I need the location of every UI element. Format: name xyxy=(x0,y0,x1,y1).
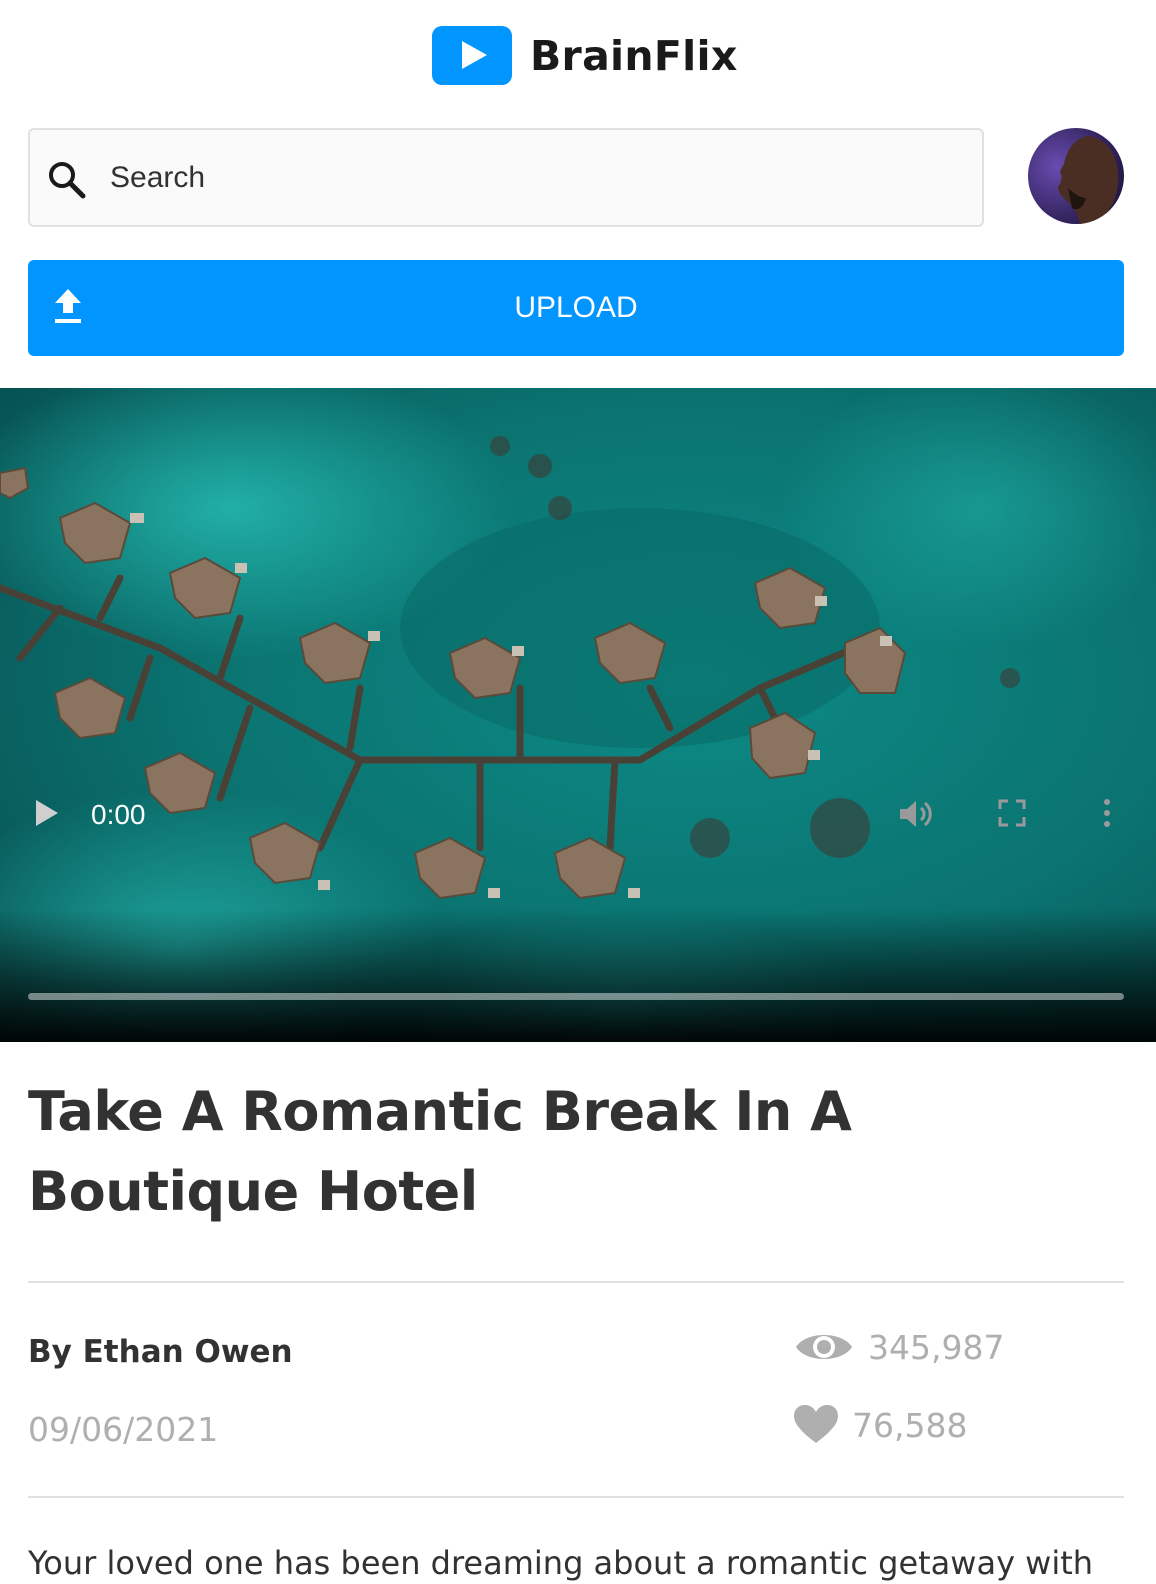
video-description: Your loved one has been dreaming about a… xyxy=(28,1544,1094,1582)
divider xyxy=(28,1281,1124,1283)
likes-count: 76,588 xyxy=(852,1405,968,1445)
views-stat: 345,987 xyxy=(794,1327,1004,1367)
video-title: Take A Romantic Break In A Boutique Hote… xyxy=(28,1080,852,1223)
brainflix-logo[interactable]: BrainFlix xyxy=(432,26,738,85)
upload-label: UPLOAD xyxy=(514,291,638,324)
video-progress-bar[interactable] xyxy=(28,993,1124,1000)
eye-icon xyxy=(796,1335,852,1359)
more-options-icon[interactable] xyxy=(1101,797,1113,829)
avatar[interactable] xyxy=(1028,128,1124,224)
views-count: 345,987 xyxy=(868,1327,1005,1367)
video-controls-overlay xyxy=(0,908,1156,1042)
play-logo-icon xyxy=(432,26,512,85)
search-bar[interactable] xyxy=(28,128,984,227)
play-icon[interactable] xyxy=(34,798,60,828)
divider xyxy=(28,1496,1124,1498)
author: By Ethan Owen xyxy=(28,1334,293,1370)
search-input[interactable] xyxy=(110,130,960,225)
upload-button[interactable]: UPLOAD xyxy=(28,260,1124,356)
heart-icon[interactable] xyxy=(794,1405,838,1445)
video-time: 0:00 xyxy=(91,799,146,830)
publish-date: 09/06/2021 xyxy=(28,1410,219,1449)
search-icon xyxy=(49,162,86,199)
site-header: BrainFlix UPLOAD xyxy=(0,0,1156,384)
volume-icon[interactable] xyxy=(898,798,934,830)
likes-stat[interactable]: 76,588 xyxy=(794,1405,967,1445)
brand-name: BrainFlix xyxy=(530,31,738,80)
video-player[interactable]: 0:00 xyxy=(0,388,1156,1042)
fullscreen-icon[interactable] xyxy=(998,799,1026,827)
